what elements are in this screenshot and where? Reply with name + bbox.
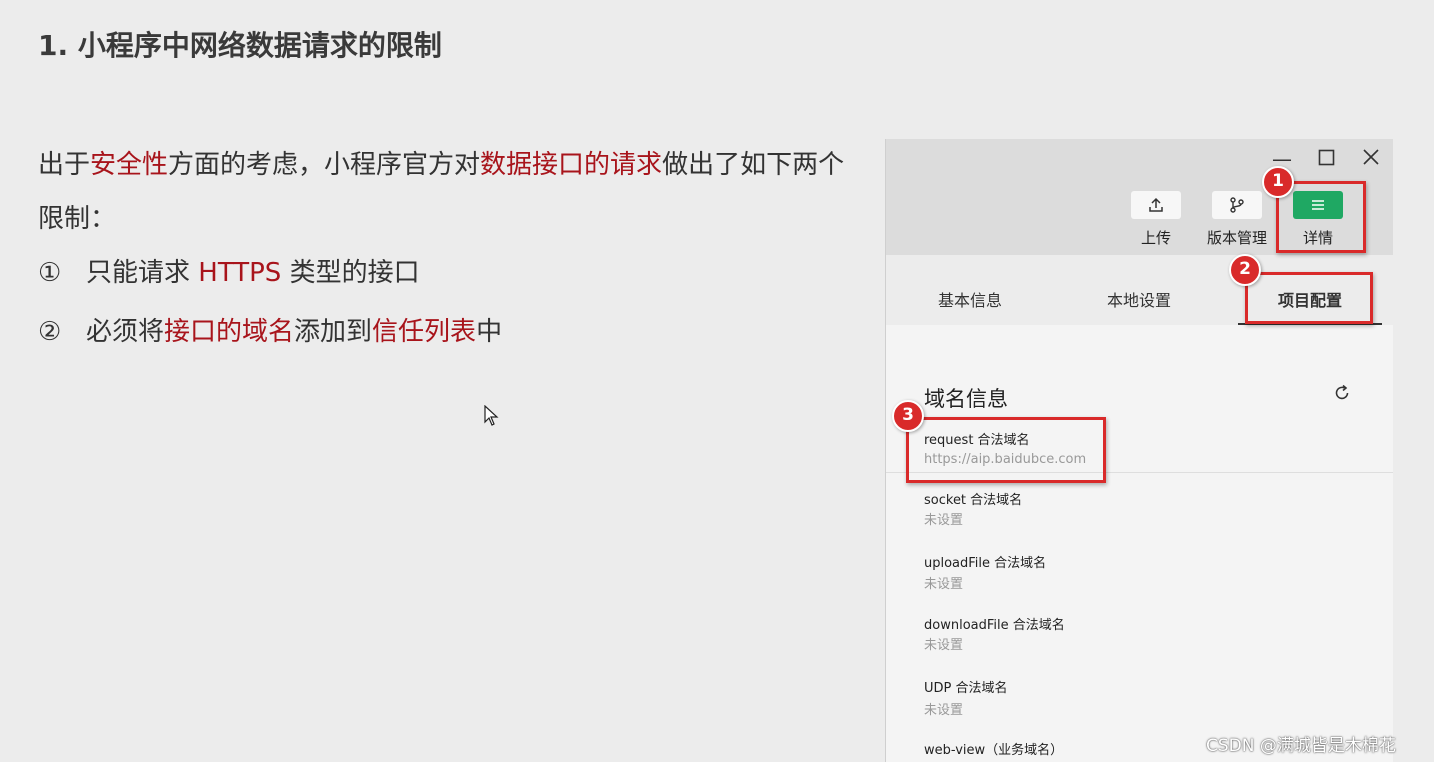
annotation-badge-1: 1 bbox=[1262, 166, 1294, 198]
annotation-box-request-domain bbox=[906, 417, 1106, 483]
annotation-badge-3: 3 bbox=[892, 400, 924, 432]
list-text: 只能请求 bbox=[86, 258, 199, 288]
maximize-icon[interactable] bbox=[1318, 147, 1335, 171]
close-icon[interactable] bbox=[1362, 147, 1380, 171]
list-text: 中 bbox=[476, 317, 503, 347]
slide-title: 1. 小程序中网络数据请求的限制 bbox=[38, 29, 442, 62]
list-text: 添加到 bbox=[294, 317, 373, 347]
branch-icon bbox=[1212, 191, 1262, 219]
list-highlight: 信任列表 bbox=[372, 317, 477, 347]
socket-domain-value: 未设置 bbox=[924, 513, 964, 528]
list-text: 类型的接口 bbox=[281, 258, 420, 288]
mouse-cursor-icon bbox=[484, 405, 499, 426]
uploadfile-domain-label: uploadFile 合法域名 bbox=[924, 556, 1047, 571]
webview-domain-label: web-view（业务域名） bbox=[924, 743, 1064, 758]
version-control-button[interactable]: 版本管理 bbox=[1207, 191, 1267, 248]
refresh-icon[interactable] bbox=[1332, 383, 1352, 408]
intro-text-1: 出于 bbox=[38, 150, 91, 180]
domain-info-title: 域名信息 bbox=[924, 387, 1008, 411]
socket-domain-label: socket 合法域名 bbox=[924, 493, 1023, 508]
annotation-badge-2: 2 bbox=[1229, 254, 1261, 286]
watermark: CSDN @满城皆是木棉花 bbox=[1206, 736, 1396, 756]
intro-text-2: 方面的考虑，小程序官方对 bbox=[168, 150, 481, 180]
tab-basic-info[interactable]: 基本信息 bbox=[938, 287, 1002, 311]
intro-paragraph: 出于安全性方面的考虑，小程序官方对数据接口的请求做出了如下两个限制： bbox=[38, 138, 868, 246]
uploadfile-domain-value: 未设置 bbox=[924, 577, 964, 592]
version-control-label: 版本管理 bbox=[1207, 229, 1268, 247]
intro-highlight-security: 安全性 bbox=[90, 150, 169, 180]
upload-label: 上传 bbox=[1140, 229, 1171, 247]
downloadfile-domain-value: 未设置 bbox=[924, 638, 964, 653]
udp-domain-value: 未设置 bbox=[924, 703, 964, 718]
downloadfile-domain-label: downloadFile 合法域名 bbox=[924, 618, 1065, 633]
list-text: 必须将 bbox=[86, 317, 165, 347]
list-highlight: HTTPS bbox=[198, 258, 282, 288]
intro-highlight-request: 数据接口的请求 bbox=[480, 150, 663, 180]
annotation-box-project-config bbox=[1245, 272, 1373, 324]
list-number: ② bbox=[38, 317, 62, 347]
upload-button[interactable]: 上传 bbox=[1126, 191, 1186, 248]
list-number: ① bbox=[38, 258, 62, 288]
list-highlight: 接口的域名 bbox=[164, 317, 295, 347]
list-item-2: ② 必须将接口的域名添加到信任列表中 bbox=[38, 311, 502, 348]
tab-local-settings[interactable]: 本地设置 bbox=[1107, 287, 1171, 311]
list-item-1: ① 只能请求 HTTPS 类型的接口 bbox=[38, 252, 420, 289]
upload-icon bbox=[1131, 191, 1181, 219]
udp-domain-label: UDP 合法域名 bbox=[924, 681, 1008, 696]
